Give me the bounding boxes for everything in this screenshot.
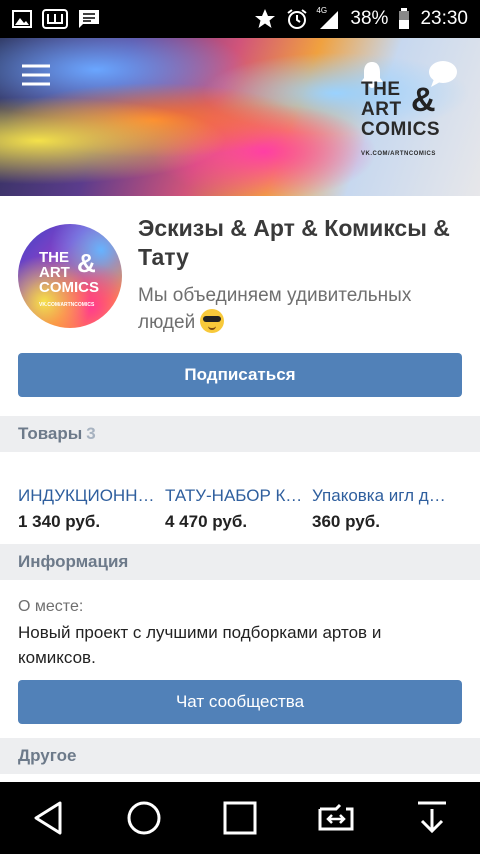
avatar[interactable]: THE ART COMICS & VK.COM/ARTNCOMICS (18, 224, 122, 328)
goods-item[interactable]: Упаковка игл для тату 360 руб. (312, 486, 454, 532)
signal-icon: 4G (316, 6, 340, 30)
goods-label: Товары (18, 424, 83, 443)
community-chat-button[interactable]: Чат сообщества (18, 680, 462, 724)
sunglasses-emoji-icon (200, 309, 225, 333)
group-status-text: Мы объединяем удивительных людей (138, 285, 412, 333)
avatar-logo-line-3: COMICS (39, 279, 99, 296)
other-label: Другое (18, 746, 77, 765)
goods-list: ИНДУКЦИОННЫЙ 1 340 руб. ТАТУ-НАБОР КОМПЛ… (0, 452, 480, 544)
subscribe-button[interactable]: Подписаться (18, 353, 462, 397)
goods-header[interactable]: Товары 3 (0, 416, 480, 452)
battery-icon (398, 8, 410, 30)
battery-percent: 38% (350, 8, 389, 29)
goods-item-name: Упаковка игл для тату (312, 486, 454, 505)
alarm-icon (286, 8, 308, 30)
cover-logo-url: VK.COM/ARTNCOMICS (361, 151, 436, 157)
goods-item[interactable]: ТАТУ-НАБОР КОМПЛЕКТ 4 470 руб. (165, 486, 307, 532)
goods-item-price: 360 руб. (312, 512, 380, 531)
message-icon (78, 9, 100, 29)
goods-item-price: 4 470 руб. (165, 512, 248, 531)
switch-app-icon[interactable] (306, 788, 366, 848)
goods-count: 3 (86, 424, 96, 443)
info-header: Информация (0, 544, 480, 580)
about-label: О месте: (18, 598, 84, 615)
cover-image: THE ART COMICS & VK.COM/ARTNCOMICS (0, 38, 480, 196)
cover-logo-line-3: COMICS (361, 119, 440, 140)
star-icon (254, 8, 276, 30)
hide-keyboard-icon[interactable] (402, 788, 462, 848)
cover-logo: THE ART COMICS & VK.COM/ARTNCOMICS (361, 80, 440, 164)
info-block: О месте: Новый проект с лучшими подборка… (0, 580, 480, 738)
goods-item[interactable]: ИНДУКЦИОННЫЙ 1 340 руб. (18, 486, 160, 532)
other-header: Другое (0, 738, 480, 774)
other-block (0, 774, 480, 782)
group-header: THE ART COMICS & VK.COM/ARTNCOMICS Эскиз… (0, 196, 480, 416)
recent-apps-icon[interactable] (210, 788, 270, 848)
goods-item-price: 1 340 руб. (18, 512, 101, 531)
app-notification-icon (42, 9, 68, 29)
menu-icon[interactable] (22, 64, 50, 91)
home-icon[interactable] (114, 788, 174, 848)
status-bar: 4G 38% 23:30 (0, 0, 480, 38)
clock: 23:30 (420, 8, 468, 29)
avatar-logo-url: VK.COM/ARTNCOMICS (39, 302, 95, 308)
goods-item-name: ИНДУКЦИОННЫЙ (18, 486, 160, 505)
group-title: Эскизы & Арт & Комиксы & Тату (138, 215, 450, 270)
system-nav-bar (0, 782, 480, 854)
system-icons: 4G 38% 23:30 (254, 6, 468, 30)
cover-logo-amp: & (411, 81, 437, 119)
info-label: Информация (18, 552, 129, 571)
gallery-icon (12, 10, 32, 28)
goods-item-name: ТАТУ-НАБОР КОМПЛЕКТ (165, 486, 307, 505)
avatar-logo: THE ART COMICS & VK.COM/ARTNCOMICS (39, 250, 99, 313)
notification-icons (12, 9, 100, 29)
back-icon[interactable] (18, 788, 78, 848)
group-status: Мы объединяем удивительных людей (138, 282, 468, 336)
about-text: Новый проект с лучшими подборками артов … (18, 623, 382, 667)
network-type: 4G (316, 6, 328, 15)
avatar-logo-amp: & (77, 248, 96, 278)
